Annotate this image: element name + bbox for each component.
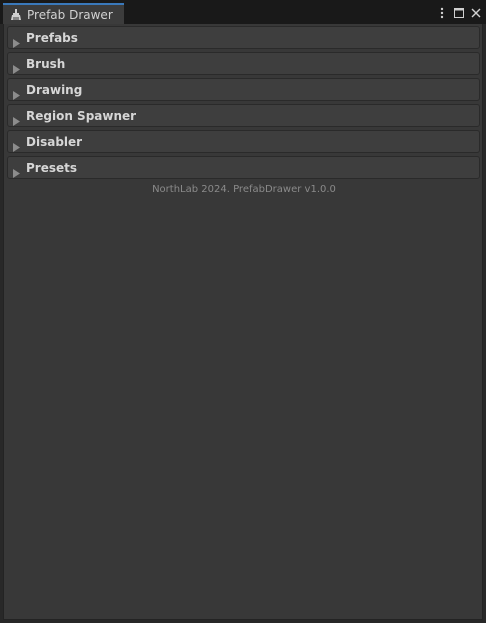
brush-icon [10,8,22,21]
tab-bar: Prefab Drawer [0,0,486,24]
collapsed-arrow-icon [13,163,21,178]
tab-prefab-drawer[interactable]: Prefab Drawer [3,3,124,24]
foldout-prefabs[interactable]: Prefabs [7,26,480,49]
foldout-brush[interactable]: Brush [7,52,480,75]
foldout-label: Disabler [26,134,83,149]
foldout-disabler[interactable]: Disabler [7,130,480,153]
foldout-label: Brush [26,56,66,71]
foldout-region-spawner[interactable]: Region Spawner [7,104,480,127]
close-icon[interactable] [470,5,482,19]
more-options-icon[interactable] [436,5,448,19]
collapsed-arrow-icon [13,137,21,152]
foldout-label: Prefabs [26,30,78,45]
tab-title: Prefab Drawer [27,7,113,22]
collapsed-arrow-icon [13,85,21,100]
foldout-label: Presets [26,160,78,175]
foldout-label: Drawing [26,82,83,97]
maximize-icon[interactable] [453,5,465,19]
collapsed-arrow-icon [13,111,21,126]
prefab-drawer-window: Prefab Drawer Prefabs Brush Drawing Regi… [0,0,486,623]
collapsed-arrow-icon [13,59,21,74]
foldout-label: Region Spawner [26,108,137,123]
foldout-drawing[interactable]: Drawing [7,78,480,101]
foldout-presets[interactable]: Presets [7,156,480,179]
collapsed-arrow-icon [13,33,21,48]
version-footer: NorthLab 2024. PrefabDrawer v1.0.0 [152,184,336,195]
foldout-list: Prefabs Brush Drawing Region Spawner Dis… [7,26,480,182]
inspector-panel: Prefabs Brush Drawing Region Spawner Dis… [3,24,483,620]
window-controls [436,4,482,20]
